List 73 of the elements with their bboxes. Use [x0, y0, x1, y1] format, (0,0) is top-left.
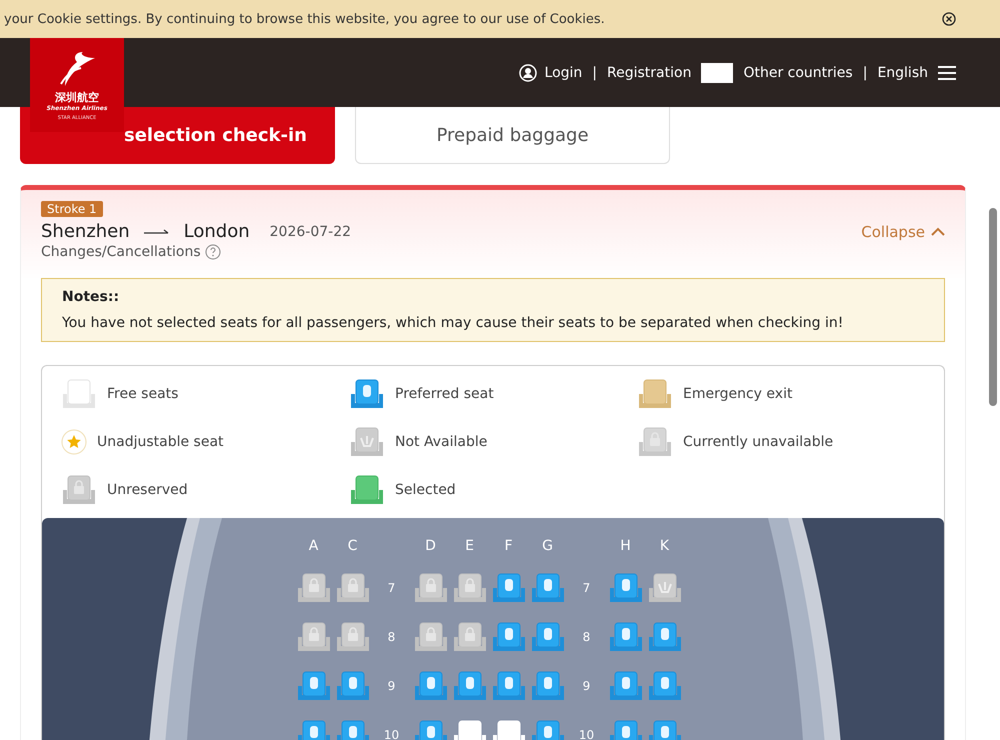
help-icon[interactable] [204, 244, 221, 260]
row-number: 9 [582, 679, 590, 693]
arrow-icon [144, 228, 170, 236]
row-number: 10 [384, 728, 400, 740]
legend-label: Unadjustable seat [97, 434, 224, 450]
cookie-notice: your Cookie settings. By continuing to browse this website, you agree to our use of Cookies. [4, 12, 605, 26]
column-letter: E [465, 538, 474, 554]
legend-label: Selected [395, 482, 456, 498]
origin-city: Shenzhen [41, 221, 130, 242]
column-letter: G [542, 538, 553, 554]
row-number: 10 [578, 728, 594, 740]
row-number: 7 [582, 581, 590, 595]
preferred-seat[interactable] [490, 670, 526, 702]
preferred-seat[interactable] [608, 670, 644, 702]
unreserved-seat[interactable] [334, 621, 370, 653]
preferred-seat[interactable] [296, 670, 332, 702]
unreserved-seat[interactable] [296, 621, 332, 653]
preferred-seat[interactable] [530, 670, 566, 702]
column-letter: F [504, 538, 513, 554]
preferred-seat[interactable] [530, 621, 566, 653]
legend-label: Unreserved [107, 482, 188, 498]
column-letter: A [308, 538, 318, 554]
column-letter: D [425, 538, 436, 554]
row-number: 8 [582, 630, 590, 644]
unreserved-seat[interactable] [452, 621, 488, 653]
separator: | [592, 64, 598, 80]
unreserved-seat[interactable] [452, 572, 488, 604]
unreserved-seat[interactable] [412, 572, 448, 604]
row-number: 7 [388, 581, 396, 595]
legend-label: Emergency exit [683, 386, 792, 402]
region-link[interactable]: Other countries [743, 64, 853, 80]
flag-icon[interactable] [701, 62, 734, 82]
preferred-seat[interactable] [334, 670, 370, 702]
scrollbar[interactable] [989, 208, 997, 406]
legend-label: Currently unavailable [683, 434, 834, 450]
column-letter: H [620, 538, 631, 554]
row-number: 9 [388, 679, 396, 693]
legend-label: Free seats [107, 386, 178, 402]
language-link[interactable]: English [877, 64, 928, 80]
preferred-seat[interactable] [646, 621, 682, 653]
login-link[interactable]: Login [518, 64, 582, 82]
destination-city: London [184, 221, 250, 242]
preferred-seat[interactable] [608, 621, 644, 653]
chevron-up-icon [931, 227, 945, 236]
separator: | [862, 64, 868, 80]
column-letter: K [660, 538, 670, 554]
flight-date: 2026-07-22 [270, 224, 352, 240]
unreserved-seat[interactable] [412, 621, 448, 653]
not-available-seat[interactable] [646, 572, 682, 604]
preferred-seat[interactable] [412, 670, 448, 702]
changes-link[interactable]: Changes/Cancellations [41, 244, 201, 260]
segment-badge: Stroke 1 [41, 201, 103, 217]
tab[interactable]: Prepaid baggage [355, 107, 670, 164]
preferred-seat[interactable] [530, 572, 566, 604]
unreserved-seat[interactable] [334, 572, 370, 604]
registration-link[interactable]: Registration [607, 64, 692, 80]
preferred-seat[interactable] [490, 621, 526, 653]
column-letter: C [348, 538, 358, 554]
tab[interactable]: selection check-in [124, 107, 335, 164]
notice-text: You have not selected seats for all passengers, which may cause their seats to be separated when checking in! [62, 315, 844, 331]
preferred-seat[interactable] [490, 572, 526, 604]
preferred-seat[interactable] [646, 670, 682, 702]
menu-icon[interactable] [938, 66, 956, 80]
preferred-seat[interactable] [452, 670, 488, 702]
logo-text: 深圳航空 [55, 90, 99, 104]
user-icon [518, 64, 537, 82]
legend-label: Preferred seat [395, 386, 494, 402]
legend-label: Not Available [395, 434, 488, 450]
row-number: 8 [388, 630, 396, 644]
preferred-seat[interactable] [608, 572, 644, 604]
close-icon[interactable] [942, 12, 956, 26]
unreserved-seat[interactable] [296, 572, 332, 604]
notice-title: Notes:: [62, 289, 120, 305]
